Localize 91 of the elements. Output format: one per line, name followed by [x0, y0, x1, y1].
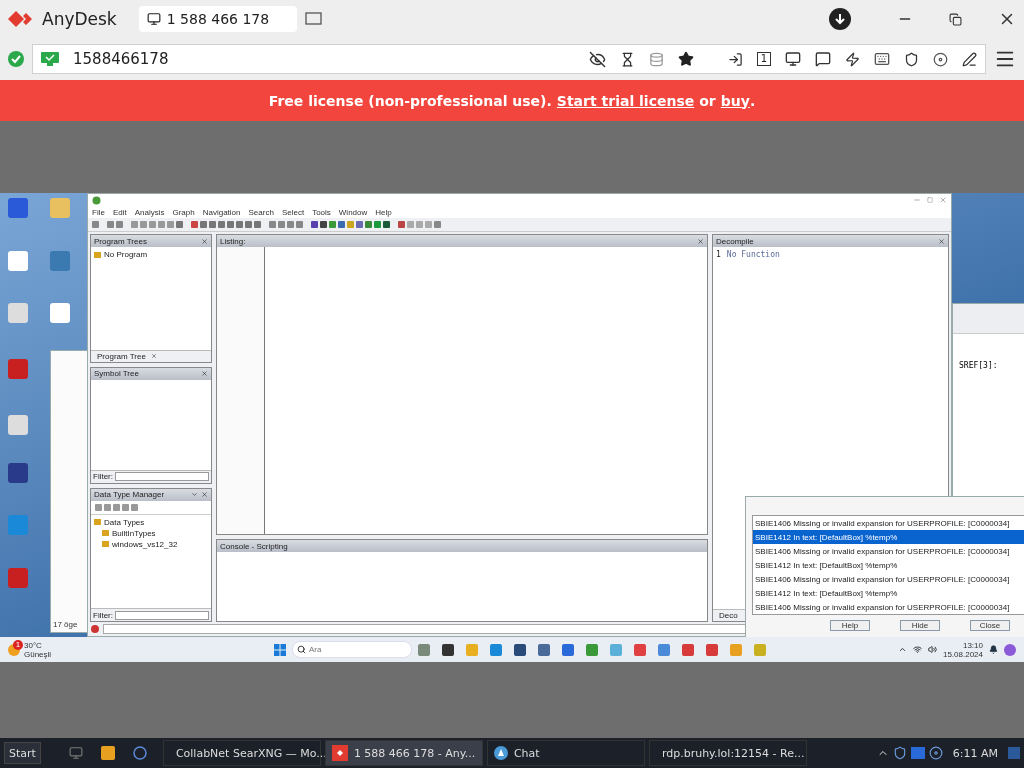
monitor-icon	[41, 52, 59, 66]
record-icon[interactable]	[933, 51, 948, 67]
panel-title: Decompile	[716, 236, 754, 246]
panel-title: Listing:	[220, 236, 246, 246]
menu-item[interactable]: Graph	[172, 207, 195, 217]
menu-item[interactable]: Analysis	[134, 207, 165, 217]
disc-icon[interactable]	[928, 746, 943, 760]
menu-item[interactable]: Navigation	[202, 207, 241, 217]
shield-icon[interactable]	[904, 51, 919, 67]
dialog-button[interactable]: Hide	[900, 620, 940, 631]
session-tab[interactable]: 1 588 466 178	[138, 6, 297, 32]
menu-item[interactable]: Tools	[312, 207, 331, 217]
item-count: 17 öge	[53, 620, 79, 629]
weather-text: Güneşli	[24, 649, 52, 659]
clock-date: 15.08.2024	[942, 649, 983, 659]
chat-icon	[493, 746, 508, 760]
code-text: No Function	[726, 250, 780, 259]
star-icon[interactable]	[677, 51, 694, 67]
menu-item[interactable]: Window	[338, 207, 368, 217]
privacy-icon[interactable]	[588, 50, 606, 68]
notification-badge: 1	[13, 639, 23, 650]
desktop-icon[interactable]	[68, 746, 83, 760]
code-label: SREF[3]:	[959, 361, 998, 370]
filter-field[interactable]	[115, 472, 209, 482]
status-icon	[91, 625, 99, 633]
monitor-icon[interactable]	[785, 51, 801, 67]
media-icon[interactable]	[100, 746, 115, 760]
trial-license-link[interactable]: Start trial license	[556, 92, 695, 109]
taskbar-window[interactable]: 1 588 466 178 - Any...	[324, 740, 483, 766]
buy-link[interactable]: buy	[720, 92, 750, 109]
taskbar-window[interactable]: rdp.bruhy.lol:12154 - Re...	[648, 740, 807, 766]
period-text: .	[749, 92, 756, 109]
tree-item[interactable]: BuiltInTypes	[112, 528, 156, 538]
caret-icon[interactable]	[191, 491, 198, 499]
connected-icon	[8, 51, 24, 67]
panel-tab[interactable]: Deco	[716, 611, 741, 620]
panel-title: Data Type Manager	[94, 490, 165, 500]
dialog-button[interactable]: Help	[830, 620, 870, 631]
menu-item[interactable]: Edit	[112, 207, 127, 217]
volume-icon[interactable]	[927, 645, 937, 654]
app-icon[interactable]	[442, 643, 454, 656]
maximize-icon[interactable]	[927, 197, 933, 203]
dialog-button[interactable]: Close	[970, 620, 1010, 631]
filter-label: Filter:	[93, 610, 113, 620]
address-field[interactable]: 1588466178	[73, 50, 273, 68]
new-session-icon[interactable]	[304, 11, 323, 27]
desktop-icon[interactable]	[50, 303, 70, 323]
display-button[interactable]: 1	[756, 52, 771, 66]
taskbar-window[interactable]: Chat	[486, 740, 645, 766]
license-text: Free license (non-professional use).	[268, 92, 552, 109]
shield-icon[interactable]	[892, 746, 907, 760]
tree-item[interactable]: windows_vs12_32	[112, 539, 178, 549]
app-icon[interactable]	[514, 643, 526, 656]
pen-icon[interactable]	[962, 51, 977, 67]
search-field[interactable]: Ara	[292, 641, 412, 658]
keyboard-icon[interactable]	[874, 51, 890, 67]
restore-icon[interactable]	[949, 12, 962, 26]
download-icon[interactable]	[829, 8, 851, 30]
line-number: 1	[716, 250, 721, 259]
database-icon[interactable]	[648, 51, 664, 67]
panel-title: Program Trees	[94, 236, 147, 246]
monitor-icon	[146, 12, 161, 26]
clock-time: 13:10	[961, 640, 983, 650]
switch-side-icon[interactable]	[727, 51, 743, 67]
clock: 6:11 AM	[952, 746, 998, 760]
anydesk-logo-icon	[8, 11, 34, 27]
start-button[interactable]: Start	[4, 742, 41, 764]
temperature: 30°C	[24, 640, 43, 650]
wifi-icon[interactable]	[912, 645, 922, 654]
bell-icon[interactable]	[989, 645, 998, 654]
windows-icon[interactable]	[274, 643, 286, 656]
panel-title: Console - Scripting	[220, 541, 288, 551]
menu-item[interactable]: File	[92, 207, 105, 217]
tree-item[interactable]: Data Types	[104, 517, 145, 527]
chat-icon[interactable]	[815, 51, 831, 67]
tree-item[interactable]: No Program	[104, 250, 148, 259]
lightning-icon[interactable]	[845, 51, 860, 67]
menu-item[interactable]: Select	[281, 207, 305, 217]
anydesk-icon	[331, 745, 348, 761]
message-row[interactable]: SBIE1412 In text: [DefaultBox] %temp%	[753, 530, 1024, 544]
chevron-icon[interactable]	[897, 645, 907, 654]
menu-item[interactable]: Help	[375, 207, 392, 217]
app-icon[interactable]	[538, 643, 550, 656]
filter-label: Filter:	[93, 472, 113, 482]
panel-title: Symbol Tree	[94, 369, 139, 379]
filter-field[interactable]	[115, 610, 209, 620]
desktop-icon[interactable]	[8, 463, 28, 483]
search-icon	[297, 645, 306, 654]
menu-item[interactable]: Search	[248, 207, 274, 217]
or-text: or	[699, 92, 716, 109]
app-title: AnyDesk	[42, 9, 117, 29]
